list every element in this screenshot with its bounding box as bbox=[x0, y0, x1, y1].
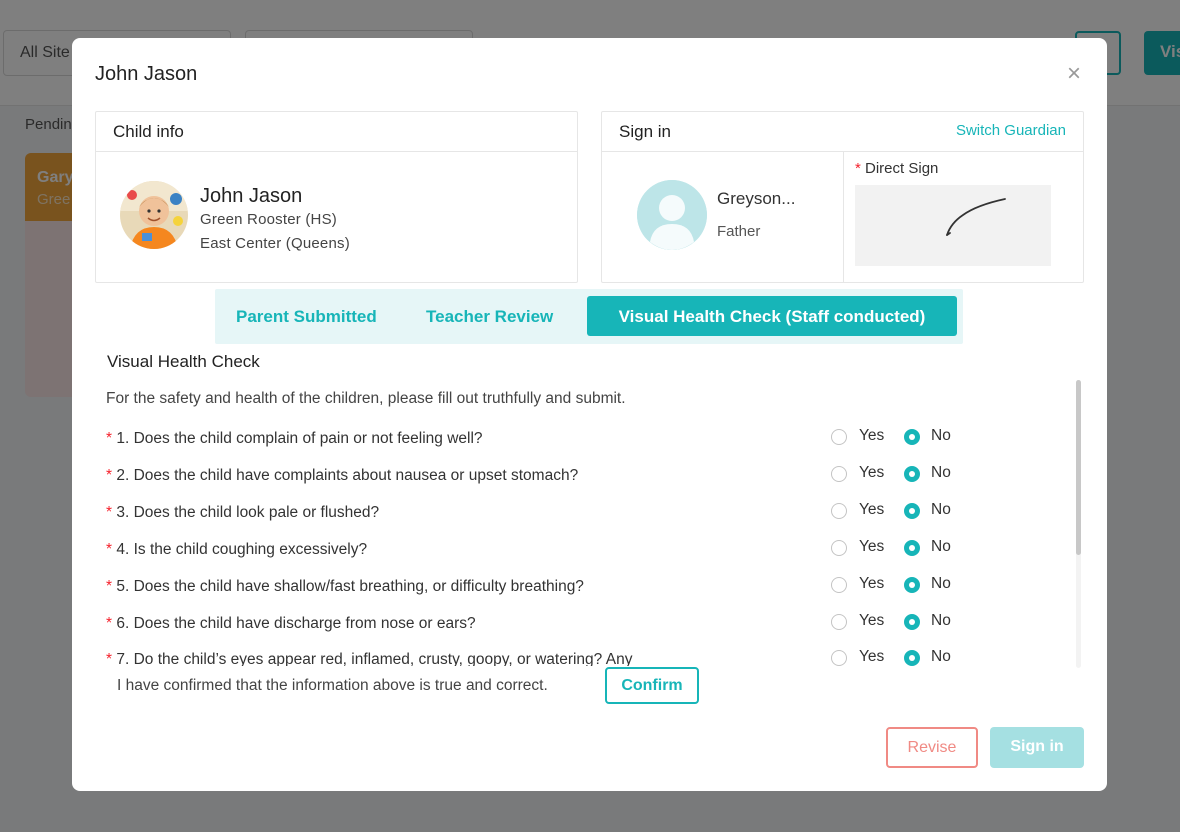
yes-radio[interactable] bbox=[831, 577, 847, 593]
no-label[interactable]: No bbox=[931, 427, 951, 445]
child-class: Green Rooster (HS) bbox=[200, 211, 337, 228]
yes-no-radio-group: Yes No bbox=[831, 501, 971, 525]
question-label: 3. Does the child look pale or flushed? bbox=[116, 504, 380, 521]
question-text: * 3. Does the child look pale or flushed… bbox=[106, 504, 379, 522]
question-label: 4. Is the child coughing excessively? bbox=[116, 541, 368, 558]
required-mark: * bbox=[106, 504, 113, 521]
yes-no-radio-group: Yes No bbox=[831, 538, 971, 562]
child-info-heading: Child info bbox=[96, 112, 577, 152]
question-text: * 4. Is the child coughing excessively? bbox=[106, 541, 367, 559]
question-row: * 7. Do the child’s eyes appear red, inf… bbox=[106, 648, 1066, 666]
switch-guardian-link[interactable]: Switch Guardian bbox=[956, 122, 1066, 139]
sign-in-heading: Sign in bbox=[619, 122, 671, 141]
yes-radio[interactable] bbox=[831, 429, 847, 445]
yes-label[interactable]: Yes bbox=[859, 575, 884, 593]
required-mark: * bbox=[855, 160, 861, 177]
question-text: * 5. Does the child have shallow/fast br… bbox=[106, 578, 584, 596]
yes-radio[interactable] bbox=[831, 650, 847, 666]
yes-no-radio-group: Yes No bbox=[831, 464, 971, 488]
no-label[interactable]: No bbox=[931, 612, 951, 630]
tab-parent-submitted[interactable]: Parent Submitted bbox=[236, 296, 377, 336]
no-radio[interactable] bbox=[904, 540, 920, 556]
section-title: Visual Health Check bbox=[107, 352, 260, 371]
no-label[interactable]: No bbox=[931, 648, 951, 666]
required-mark: * bbox=[106, 578, 113, 595]
yes-radio[interactable] bbox=[831, 503, 847, 519]
yes-label[interactable]: Yes bbox=[859, 464, 884, 482]
question-text: * 6. Does the child have discharge from … bbox=[106, 615, 476, 633]
no-radio[interactable] bbox=[904, 577, 920, 593]
no-radio[interactable] bbox=[904, 650, 920, 666]
question-label: 2. Does the child have complaints about … bbox=[116, 467, 579, 484]
tab-teacher-review[interactable]: Teacher Review bbox=[426, 296, 553, 336]
yes-label[interactable]: Yes bbox=[859, 501, 884, 519]
confirm-statement: I have confirmed that the information ab… bbox=[117, 677, 548, 694]
yes-label[interactable]: Yes bbox=[859, 427, 884, 445]
no-radio[interactable] bbox=[904, 466, 920, 482]
question-label: 5. Does the child have shallow/fast brea… bbox=[116, 578, 584, 595]
yes-label[interactable]: Yes bbox=[859, 612, 884, 630]
yes-radio[interactable] bbox=[831, 614, 847, 630]
yes-label[interactable]: Yes bbox=[859, 538, 884, 556]
guardian-relation: Father bbox=[717, 223, 761, 240]
required-mark: * bbox=[106, 541, 113, 558]
question-row: * 5. Does the child have shallow/fast br… bbox=[106, 575, 1066, 608]
no-radio[interactable] bbox=[904, 503, 920, 519]
close-icon[interactable]: × bbox=[1063, 62, 1085, 86]
required-mark: * bbox=[106, 651, 113, 666]
child-center: East Center (Queens) bbox=[200, 235, 350, 252]
question-text: * 1. Does the child complain of pain or … bbox=[106, 430, 483, 448]
question-row: * 3. Does the child look pale or flushed… bbox=[106, 501, 1066, 534]
required-mark: * bbox=[106, 430, 113, 447]
health-check-intro: For the safety and health of the childre… bbox=[106, 390, 626, 407]
panel-divider bbox=[843, 152, 844, 283]
required-mark: * bbox=[106, 467, 113, 484]
no-label[interactable]: No bbox=[931, 575, 951, 593]
signature-pad[interactable] bbox=[855, 185, 1051, 266]
questions-scroll-area[interactable]: For the safety and health of the childre… bbox=[95, 381, 1085, 666]
required-mark: * bbox=[106, 615, 113, 632]
no-label[interactable]: No bbox=[931, 538, 951, 556]
sign-in-panel: Sign in Switch Guardian Greyson... Fathe… bbox=[601, 111, 1084, 283]
question-row: * 2. Does the child have complaints abou… bbox=[106, 464, 1066, 497]
revise-button[interactable]: Revise bbox=[886, 727, 978, 768]
child-name: John Jason bbox=[200, 185, 303, 207]
yes-no-radio-group: Yes No bbox=[831, 427, 971, 451]
yes-no-radio-group: Yes No bbox=[831, 648, 971, 666]
yes-no-radio-group: Yes No bbox=[831, 575, 971, 599]
question-text: * 7. Do the child’s eyes appear red, inf… bbox=[106, 651, 632, 666]
sign-in-heading-row: Sign in Switch Guardian bbox=[602, 112, 1083, 152]
guardian-name: Greyson... bbox=[717, 189, 796, 208]
yes-radio[interactable] bbox=[831, 540, 847, 556]
question-row: * 1. Does the child complain of pain or … bbox=[106, 427, 1066, 460]
guardian-avatar-icon bbox=[637, 180, 707, 250]
modal-title: John Jason bbox=[95, 63, 198, 85]
question-row: * 4. Is the child coughing excessively? … bbox=[106, 538, 1066, 571]
question-label: 1. Does the child complain of pain or no… bbox=[116, 430, 483, 447]
yes-label[interactable]: Yes bbox=[859, 648, 884, 666]
no-label[interactable]: No bbox=[931, 501, 951, 519]
no-label[interactable]: No bbox=[931, 464, 951, 482]
no-radio[interactable] bbox=[904, 614, 920, 630]
question-label: 6. Does the child have discharge from no… bbox=[116, 615, 476, 632]
sign-in-modal: John Jason × Child info John Jason Green… bbox=[72, 38, 1107, 791]
direct-sign-text: Direct Sign bbox=[865, 160, 939, 177]
child-info-panel: Child info John Jason Green Rooster (HS)… bbox=[95, 111, 578, 283]
question-row: * 6. Does the child have discharge from … bbox=[106, 612, 1066, 645]
question-text: * 2. Does the child have complaints abou… bbox=[106, 467, 578, 485]
yes-radio[interactable] bbox=[831, 466, 847, 482]
child-avatar bbox=[120, 181, 188, 249]
question-label: 7. Do the child’s eyes appear red, infla… bbox=[116, 651, 633, 666]
confirm-button[interactable]: Confirm bbox=[605, 667, 699, 704]
sign-in-button[interactable]: Sign in bbox=[990, 727, 1084, 768]
no-radio[interactable] bbox=[904, 429, 920, 445]
yes-no-radio-group: Yes No bbox=[831, 612, 971, 636]
direct-sign-label: * Direct Sign bbox=[855, 160, 938, 177]
tab-visual-health-check[interactable]: Visual Health Check (Staff conducted) bbox=[587, 296, 957, 336]
health-check-tabs: Parent Submitted Teacher Review Visual H… bbox=[215, 289, 963, 344]
